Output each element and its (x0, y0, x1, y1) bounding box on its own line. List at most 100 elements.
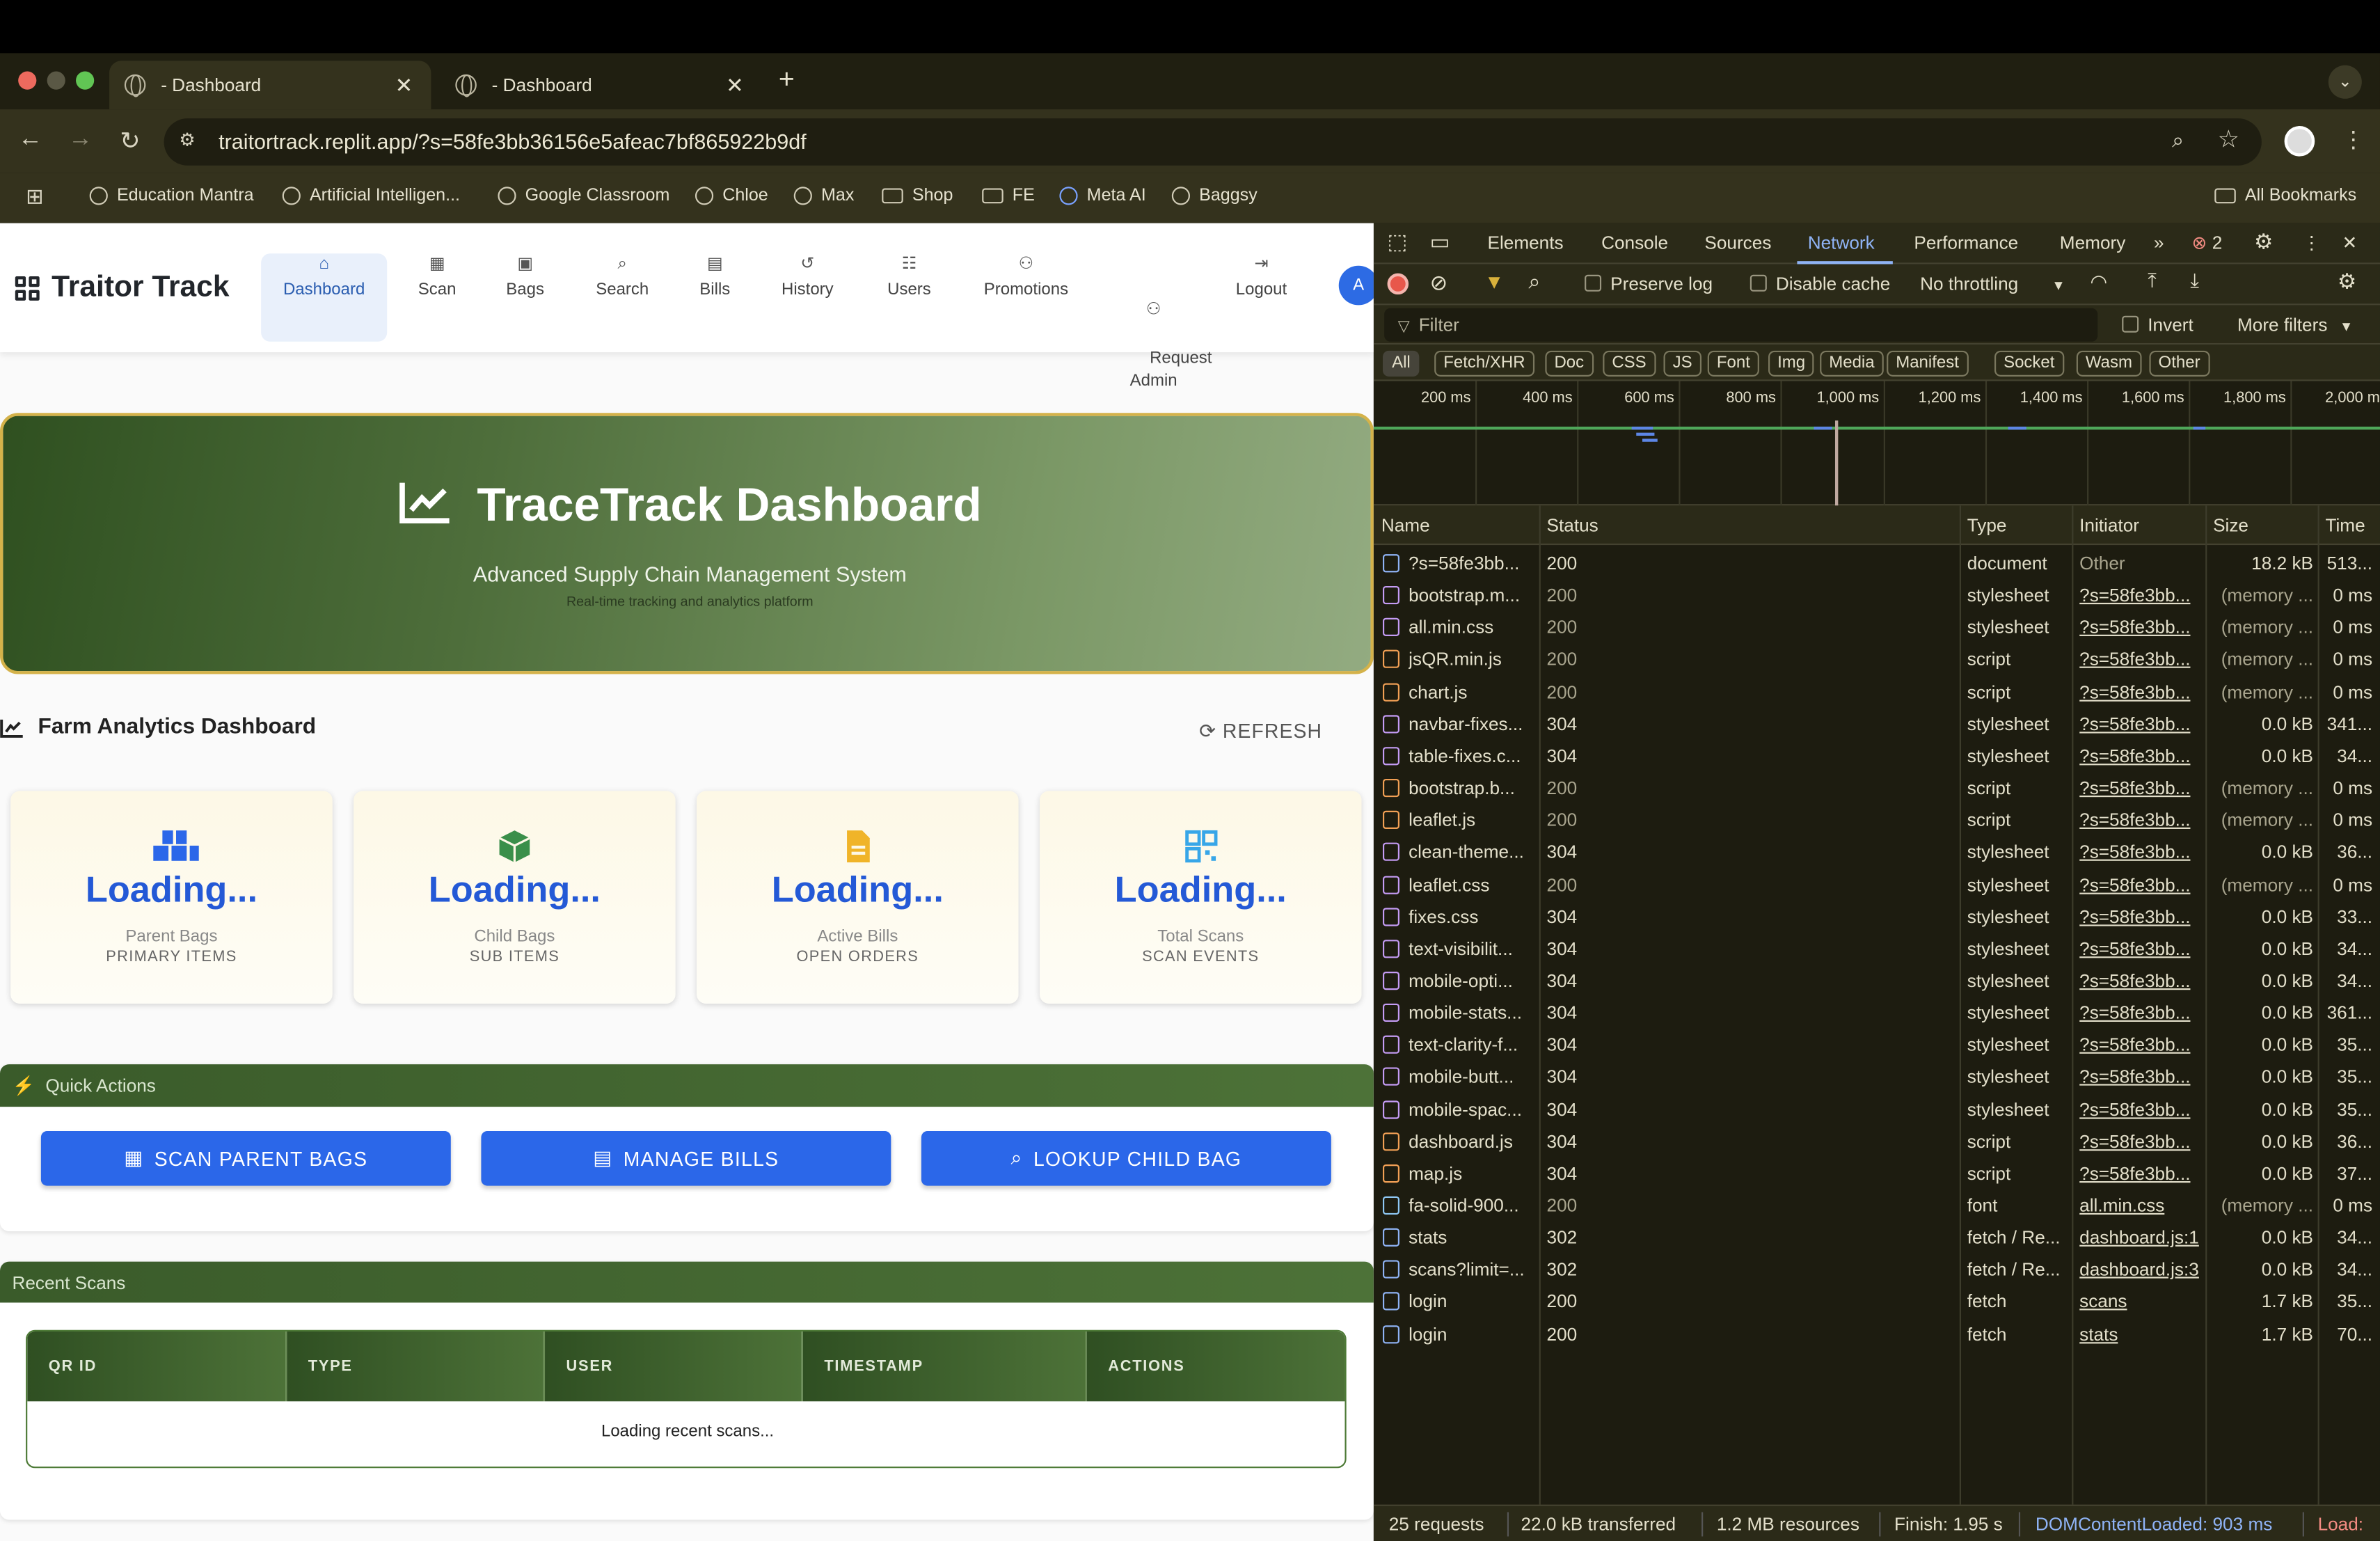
inspect-element-icon[interactable]: ⬚ (1388, 229, 1408, 255)
nav-logout[interactable]: ⇥ Logout (1230, 253, 1294, 302)
request-initiator[interactable]: ?s=58fe3bb... (2079, 1130, 2207, 1152)
type-filter-js[interactable]: JS (1663, 350, 1701, 377)
request-row[interactable]: bootstrap.m... 200 stylesheet ?s=58fe3bb...… (1374, 580, 2380, 613)
column-header[interactable]: TYPE (287, 1331, 546, 1402)
close-devtools-icon[interactable]: ✕ (2342, 232, 2357, 254)
site-info-icon[interactable]: ⚙ (179, 129, 195, 150)
tab-performance[interactable]: Performance (1914, 232, 2018, 254)
error-badge[interactable]: ⊗ 2 (2192, 232, 2223, 254)
close-tab-icon[interactable]: ✕ (395, 73, 413, 99)
request-initiator[interactable]: scans (2079, 1291, 2207, 1313)
request-row[interactable]: text-visibilit... 304 stylesheet ?s=58fe3bb… (1374, 933, 2380, 965)
apps-grid-icon[interactable]: ⊞ (26, 184, 44, 210)
settings-gear-icon[interactable]: ⚙ (2254, 229, 2273, 255)
request-initiator[interactable]: ?s=58fe3bb... (2079, 809, 2207, 831)
maximize-window-icon[interactable] (76, 71, 95, 90)
request-row[interactable]: chart.js 200 script ?s=58fe3bb... (memory ..… (1374, 677, 2380, 709)
search-icon[interactable]: ⌕ (1528, 269, 1540, 294)
tab-elements[interactable]: Elements (1487, 232, 1563, 254)
close-window-icon[interactable] (18, 71, 37, 90)
nav-users[interactable]: ☷ Users (878, 253, 942, 302)
column-header-name[interactable]: Name (1381, 514, 1430, 536)
request-initiator[interactable]: ?s=58fe3bb... (2079, 1163, 2207, 1185)
request-initiator[interactable]: ?s=58fe3bb... (2079, 1066, 2207, 1088)
lookup-child-bag-button[interactable]: ⌕ LOOKUP CHILD BAG (921, 1131, 1331, 1186)
request-row[interactable]: map.js 304 script ?s=58fe3bb... 0.0 kB 37... (1374, 1158, 2380, 1190)
type-filter-doc[interactable]: Doc (1545, 350, 1594, 377)
network-conditions-icon[interactable]: ◠ (2090, 270, 2107, 294)
type-filter-all[interactable]: All (1383, 350, 1420, 377)
request-initiator[interactable]: ?s=58fe3bb... (2079, 649, 2207, 670)
export-har-icon[interactable]: ⤓ (2190, 269, 2199, 293)
bookmark-item[interactable]: Baggsy (1171, 187, 1258, 205)
request-initiator[interactable]: ?s=58fe3bb... (2079, 1098, 2207, 1120)
close-tab-icon[interactable]: ✕ (726, 73, 744, 99)
bookmark-item[interactable]: Meta AI (1059, 187, 1146, 205)
filter-input[interactable] (1384, 308, 2098, 342)
tab-memory[interactable]: Memory (2060, 232, 2126, 254)
column-header-status[interactable]: Status (1547, 514, 1598, 536)
request-initiator[interactable]: ?s=58fe3bb... (2079, 970, 2207, 992)
all-bookmarks-folder[interactable]: All Bookmarks (2214, 187, 2356, 205)
more-tabs-icon[interactable]: » (2154, 232, 2164, 254)
refresh-button[interactable]: ⟳ REFRESH (1199, 720, 1322, 744)
column-header[interactable]: QR ID (27, 1331, 287, 1402)
manage-bills-button[interactable]: ▤ MANAGE BILLS (481, 1131, 891, 1186)
request-initiator[interactable]: ?s=58fe3bb... (2079, 777, 2207, 799)
invert-checkbox[interactable]: Invert (2122, 315, 2193, 335)
browser-tab-1[interactable]: - Dashboard ✕ (109, 61, 431, 110)
request-row[interactable]: jsQR.min.js 200 script ?s=58fe3bb... (memory… (1374, 645, 2380, 677)
bookmark-item[interactable]: Education Mantra (89, 187, 254, 205)
request-row[interactable]: fa-solid-900... 200 font all.min.css (memory… (1374, 1190, 2380, 1222)
forward-icon[interactable]: → (68, 126, 93, 153)
request-row[interactable]: navbar-fixes... 304 stylesheet ?s=58fe3bb..… (1374, 709, 2380, 741)
user-avatar[interactable]: A (1338, 265, 1374, 306)
request-row[interactable]: clean-theme... 304 stylesheet ?s=58fe3bb...… (1374, 837, 2380, 869)
type-filter-manifest[interactable]: Manifest (1887, 350, 1968, 377)
bookmark-star-icon[interactable]: ☆ (2218, 125, 2239, 155)
request-row[interactable]: leaflet.css 200 stylesheet ?s=58fe3bb... (me… (1374, 869, 2380, 901)
back-icon[interactable]: ← (18, 126, 42, 153)
column-header-time[interactable]: Time (2325, 514, 2365, 536)
request-row[interactable]: bootstrap.b... 200 script ?s=58fe3bb... (mem… (1374, 773, 2380, 805)
devtools-menu-icon[interactable]: ⋮ (2303, 232, 2321, 254)
tab-sources[interactable]: Sources (1704, 232, 1771, 254)
nav-search[interactable]: ⌕ Search (589, 253, 656, 302)
reload-icon[interactable]: ↻ (120, 126, 140, 157)
request-row[interactable]: scans?limit=... 302 fetch / Re... dashboard… (1374, 1254, 2380, 1286)
request-initiator[interactable]: ?s=58fe3bb... (2079, 745, 2207, 767)
scan-parent-bags-button[interactable]: ▦ SCAN PARENT BAGS (40, 1131, 451, 1186)
request-initiator[interactable]: ?s=58fe3bb... (2079, 874, 2207, 895)
bookmark-item[interactable]: Chloe (695, 187, 768, 205)
device-toolbar-icon[interactable]: ▭ (1430, 229, 1450, 255)
request-row[interactable]: mobile-stats... 304 stylesheet ?s=58fe3bb..… (1374, 997, 2380, 1029)
request-row[interactable]: dashboard.js 304 script ?s=58fe3bb... 0.0 kB… (1374, 1126, 2380, 1158)
type-filter-other[interactable]: Other (2149, 350, 2210, 377)
request-row[interactable]: all.min.css 200 stylesheet ?s=58fe3bb... (me… (1374, 613, 2380, 645)
network-settings-icon[interactable]: ⚙ (2338, 269, 2356, 294)
nav-dashboard[interactable]: ⌂ Dashboard (261, 253, 388, 342)
profile-avatar[interactable] (2284, 126, 2315, 157)
zoom-icon[interactable]: ⌕ (2172, 127, 2184, 153)
bookmark-item[interactable]: Google Classroom (498, 187, 669, 205)
nav-scan[interactable]: ▦ Scan (407, 253, 468, 302)
type-filter-img[interactable]: Img (1768, 350, 1815, 377)
nav-bags[interactable]: ▣ Bags (495, 253, 555, 302)
type-filter-wasm[interactable]: Wasm (2076, 350, 2142, 377)
disable-cache-checkbox[interactable]: Disable cache (1750, 274, 1890, 294)
type-filter-css[interactable]: CSS (1603, 350, 1656, 377)
request-row[interactable]: mobile-spac... 304 stylesheet ?s=58fe3bb...… (1374, 1094, 2380, 1126)
column-header-initiator[interactable]: Initiator (2079, 514, 2139, 536)
nav-bills[interactable]: ▤ Bills (686, 253, 744, 302)
column-header[interactable]: TIMESTAMP (802, 1331, 1087, 1402)
type-filter-fetchxhr[interactable]: Fetch/XHR (1434, 350, 1534, 377)
request-initiator[interactable]: stats (2079, 1323, 2207, 1345)
column-header[interactable]: USER (545, 1331, 803, 1402)
request-initiator[interactable]: ?s=58fe3bb... (2079, 906, 2207, 927)
request-row[interactable]: table-fixes.c... 304 stylesheet ?s=58fe3bb.… (1374, 741, 2380, 773)
browser-tab-2[interactable]: - Dashboard ✕ (441, 61, 762, 109)
bookmark-folder[interactable]: Shop (882, 187, 953, 205)
request-initiator[interactable]: ?s=58fe3bb... (2079, 841, 2207, 863)
type-filter-font[interactable]: Font (1707, 350, 1759, 377)
tab-console[interactable]: Console (1601, 232, 1668, 254)
